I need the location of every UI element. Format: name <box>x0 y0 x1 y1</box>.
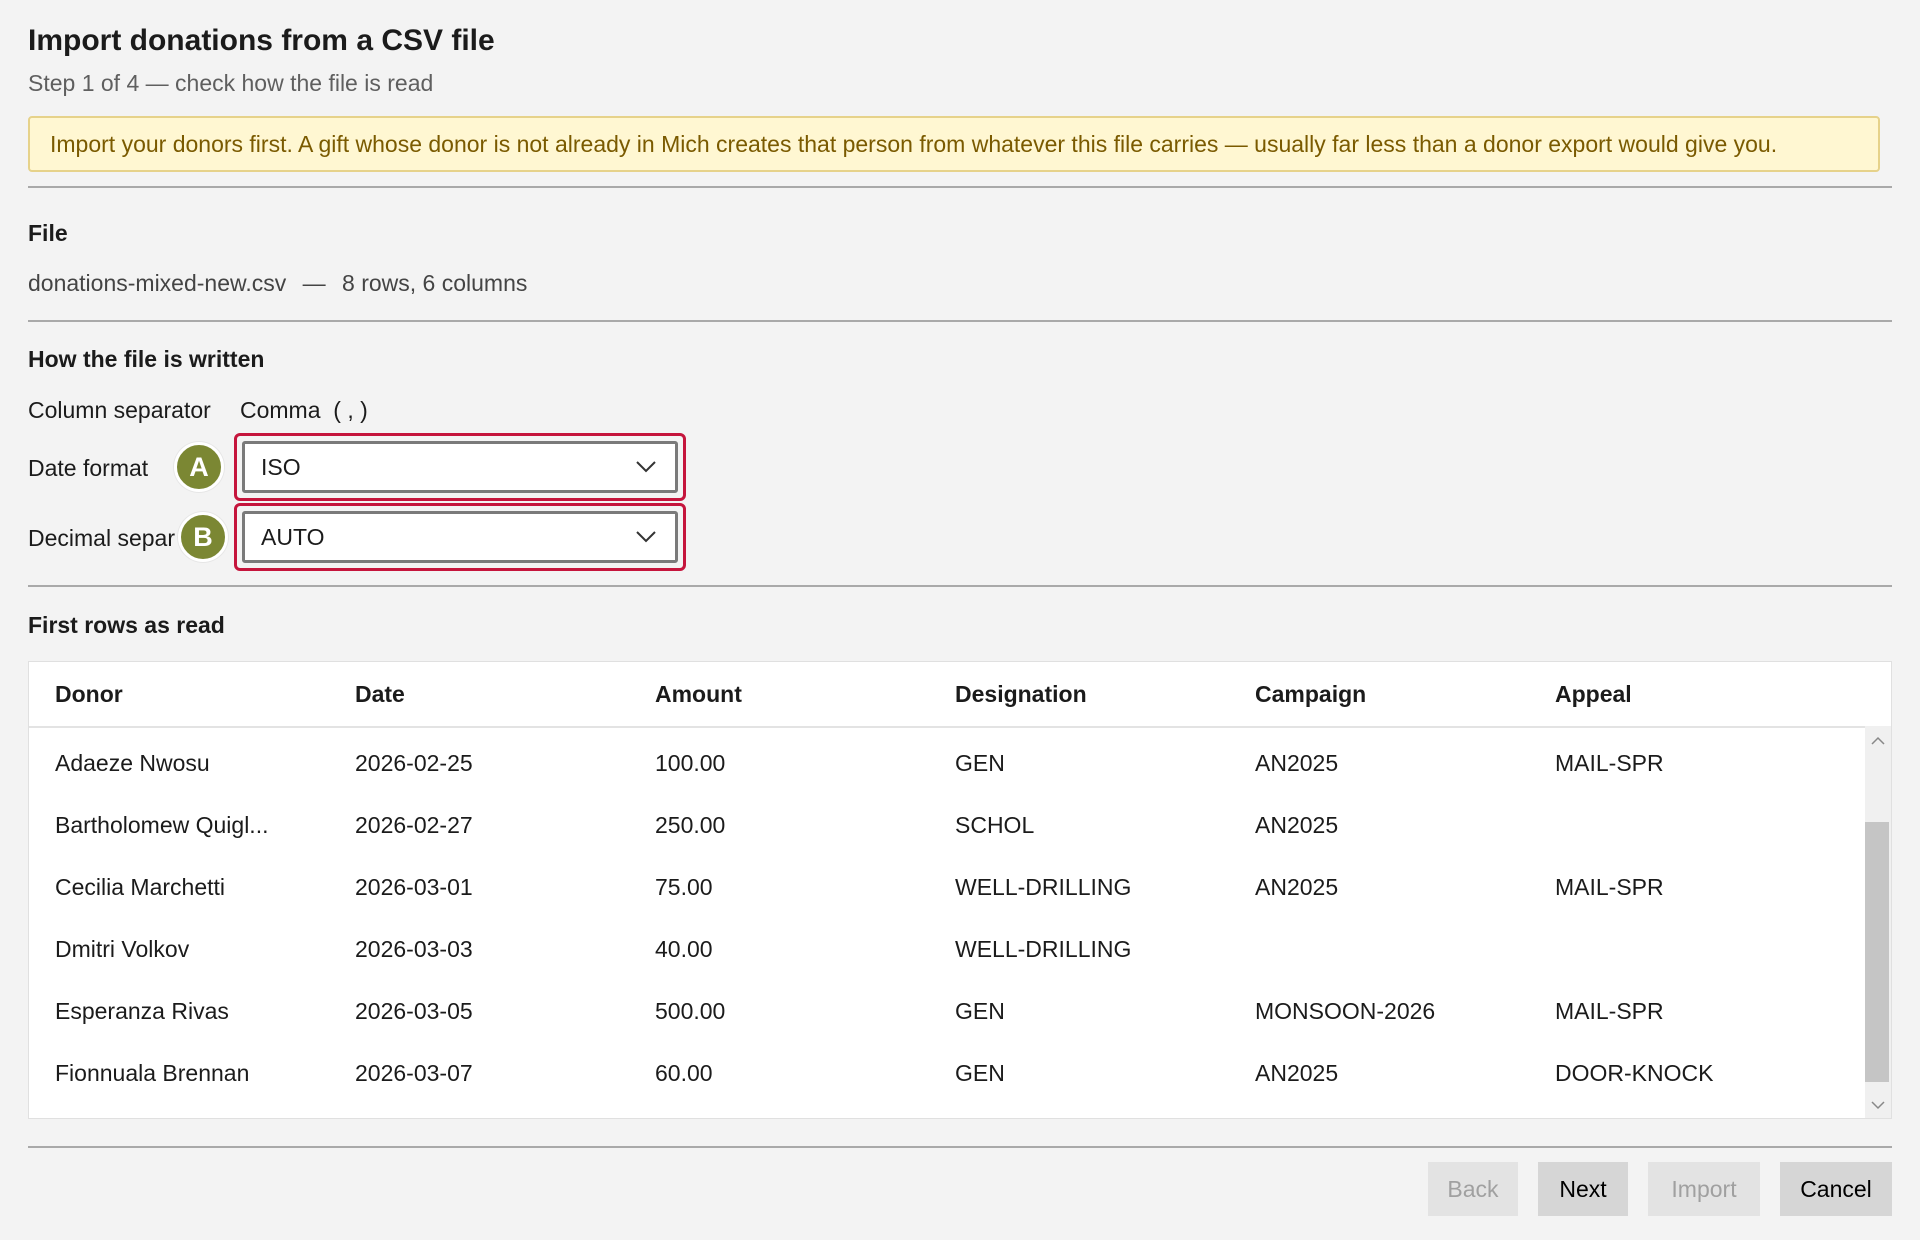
cell-amount: 75.00 <box>655 874 713 900</box>
notice-banner: Import your donors first. A gift whose d… <box>28 116 1880 172</box>
file-info-separator: — <box>302 270 326 296</box>
cell-donor: Fionnuala Brennan <box>55 1060 250 1086</box>
cell-amount: 40.00 <box>655 936 713 962</box>
cell-donor: Adaeze Nwosu <box>55 750 210 776</box>
format-section-heading: How the file is written <box>28 346 265 372</box>
file-summary: 8 rows, 6 columns <box>342 270 528 296</box>
decimal-separator-select[interactable]: AUTO <box>242 511 678 563</box>
cell-amount: 250.00 <box>655 812 726 838</box>
dialog-title: Import donations from a CSV file <box>28 24 495 57</box>
callout-badge-b: B <box>178 512 228 562</box>
column-header-amount[interactable]: Amount <box>655 662 742 726</box>
file-name: donations-mixed-new.csv <box>28 270 287 296</box>
notice-text: Import your donors first. A gift whose d… <box>50 130 1778 157</box>
cell-designation: WELL-DRILLING <box>955 874 1132 900</box>
table-row[interactable]: Esperanza Rivas 2026-03-05 500.00 GEN MONSOO… <box>29 980 1891 1042</box>
cell-amount: 100.00 <box>655 750 726 776</box>
cell-date: 2026-02-27 <box>355 812 473 838</box>
date-format-label: Date format <box>28 455 149 481</box>
cell-designation: GEN <box>955 998 1005 1024</box>
cell-appeal: MAIL-SPR <box>1555 998 1664 1024</box>
step-indicator: Step 1 of 4 — check how the file is read <box>28 70 434 96</box>
chevron-up-icon[interactable] <box>1871 736 1885 746</box>
cell-appeal: DOOR-KNOCK <box>1555 1060 1714 1086</box>
divider <box>28 585 1892 587</box>
cell-date: 2026-03-07 <box>355 1060 473 1086</box>
divider <box>28 320 1892 322</box>
column-separator-label: Column separator <box>28 397 211 423</box>
cell-campaign: AN2025 <box>1255 1060 1339 1086</box>
divider <box>28 1146 1892 1148</box>
back-button[interactable]: Back <box>1428 1162 1518 1216</box>
table-row[interactable]: Bartholomew Quigl... 2026-02-27 250.00 SCHO… <box>29 794 1891 856</box>
decimal-separator-label: Decimal separator <box>28 525 176 551</box>
cell-campaign: AN2025 <box>1255 874 1339 900</box>
cancel-button[interactable]: Cancel <box>1780 1162 1892 1216</box>
table-row[interactable]: Fionnuala Brennan 2026-03-07 60.00 GEN AN202… <box>29 1042 1891 1104</box>
file-section-heading: File <box>28 220 68 246</box>
scrollbar-thumb[interactable] <box>1865 822 1889 1082</box>
column-header-date[interactable]: Date <box>355 662 405 726</box>
cell-amount: 500.00 <box>655 998 726 1024</box>
cell-donor: Esperanza Rivas <box>55 998 229 1024</box>
column-header-campaign[interactable]: Campaign <box>1255 662 1366 726</box>
date-format-highlight: ISO <box>234 433 686 501</box>
preview-heading: First rows as read <box>28 612 225 638</box>
chevron-down-icon <box>636 531 656 543</box>
preview-table[interactable]: Donor Date Amount Designation Campaign A… <box>28 661 1892 1119</box>
divider <box>28 186 1892 188</box>
chevron-down-icon[interactable] <box>1871 1100 1885 1110</box>
cell-donor: Bartholomew Quigl... <box>55 812 269 838</box>
date-format-select[interactable]: ISO <box>242 441 678 493</box>
cell-campaign: AN2025 <box>1255 812 1339 838</box>
cell-designation: GEN <box>955 1060 1005 1086</box>
cell-date: 2026-03-01 <box>355 874 473 900</box>
vertical-scrollbar[interactable] <box>1865 726 1891 1118</box>
table-row[interactable]: Dmitri Volkov 2026-03-03 40.00 WELL-DRILLIN… <box>29 918 1891 980</box>
decimal-separator-value: AUTO <box>261 523 325 550</box>
cell-date: 2026-03-05 <box>355 998 473 1024</box>
table-row[interactable]: Adaeze Nwosu 2026-02-25 100.00 GEN AN2025 MAI… <box>29 732 1891 794</box>
cell-date: 2026-02-25 <box>355 750 473 776</box>
callout-badge-a: A <box>174 442 224 492</box>
cell-amount: 60.00 <box>655 1060 713 1086</box>
cell-designation: SCHOL <box>955 812 1035 838</box>
column-separator-value: Comma ( , ) <box>240 397 368 423</box>
column-header-donor[interactable]: Donor <box>55 662 123 726</box>
cell-donor: Dmitri Volkov <box>55 936 190 962</box>
cell-designation: WELL-DRILLING <box>955 936 1132 962</box>
column-header-appeal[interactable]: Appeal <box>1555 662 1632 726</box>
cell-appeal: MAIL-SPR <box>1555 874 1664 900</box>
next-button[interactable]: Next <box>1538 1162 1628 1216</box>
cell-campaign: MONSOON-2026 <box>1255 998 1436 1024</box>
chevron-down-icon <box>636 461 656 473</box>
cell-designation: GEN <box>955 750 1005 776</box>
file-info: donations-mixed-new.csv — 8 rows, 6 colu… <box>28 270 527 297</box>
column-header-designation[interactable]: Designation <box>955 662 1087 726</box>
cell-donor: Cecilia Marchetti <box>55 874 225 900</box>
table-row[interactable]: Cecilia Marchetti 2026-03-01 75.00 WELL-DRI… <box>29 856 1891 918</box>
import-button[interactable]: Import <box>1648 1162 1760 1216</box>
cell-appeal: MAIL-SPR <box>1555 750 1664 776</box>
decimal-separator-highlight: AUTO <box>234 503 686 571</box>
table-header: Donor Date Amount Designation Campaign A… <box>29 662 1891 728</box>
date-format-value: ISO <box>261 453 301 480</box>
cell-campaign: AN2025 <box>1255 750 1339 776</box>
cell-date: 2026-03-03 <box>355 936 473 962</box>
